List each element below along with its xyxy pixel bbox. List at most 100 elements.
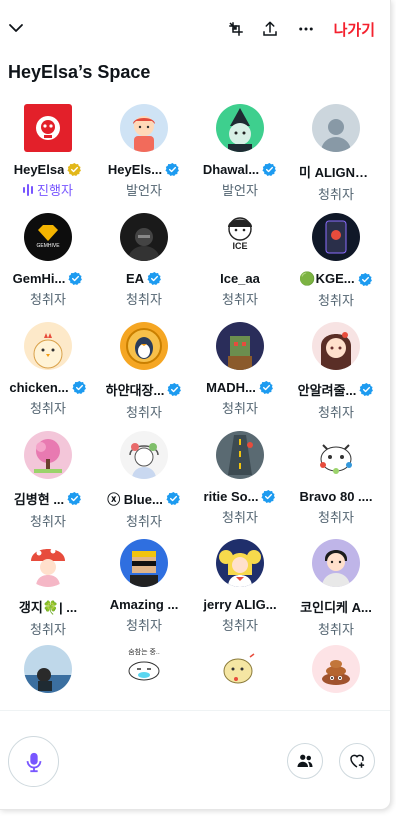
participant-role: 발언자 bbox=[222, 180, 258, 199]
boy-portrait-avatar[interactable] bbox=[312, 539, 360, 587]
speaking-indicator-icon bbox=[23, 183, 34, 196]
microphone-button[interactable] bbox=[8, 736, 59, 787]
sleepy-blob-avatar[interactable]: 숨참는 중.. bbox=[120, 645, 168, 693]
sailor-moon-avatar[interactable] bbox=[216, 539, 264, 587]
participant-name-row: GemHi... bbox=[13, 271, 84, 286]
participant-role: 청취자 bbox=[318, 507, 354, 526]
verified-badge-icon bbox=[72, 380, 86, 394]
participant-name: Dhawal... bbox=[202, 162, 260, 177]
participant-name: 하얀대장... bbox=[105, 383, 165, 398]
egg-character-avatar[interactable] bbox=[216, 645, 264, 693]
participant-card[interactable]: jerry ALIG... 청취자 bbox=[192, 539, 288, 647]
red-robot-logo-avatar[interactable] bbox=[24, 104, 72, 152]
participant-name: 갱지🍀| ... bbox=[18, 600, 78, 615]
pixel-monster-avatar[interactable] bbox=[216, 322, 264, 370]
participant-card[interactable]: MADH... 청취자 bbox=[192, 322, 288, 430]
participant-card[interactable]: HeyEls... 발언자 bbox=[96, 104, 192, 212]
phone-scene-avatar[interactable] bbox=[312, 213, 360, 261]
participant-card[interactable]: Amazing ... 청취자 bbox=[96, 539, 192, 647]
participant-name: HeyElsa bbox=[13, 162, 65, 177]
participant-name: ⓧ Blue... bbox=[107, 492, 163, 507]
participant-name: MADH... bbox=[206, 380, 256, 395]
participant-card[interactable]: EA 청취자 bbox=[96, 213, 192, 321]
participant-role: 청취자 bbox=[30, 289, 66, 308]
minimize-icon[interactable] bbox=[222, 15, 250, 43]
green-wizard-avatar[interactable] bbox=[216, 104, 264, 152]
car-photo-avatar[interactable] bbox=[24, 645, 72, 693]
leave-button[interactable]: 나가기 bbox=[334, 19, 375, 40]
participant-name: ritie So... bbox=[203, 489, 259, 504]
participant-role: 청취자 bbox=[318, 184, 354, 203]
poop-avatar[interactable] bbox=[312, 645, 360, 693]
white-cat-avatar[interactable] bbox=[312, 431, 360, 479]
participant-role: 청취자 bbox=[318, 402, 354, 421]
participant-name-row: HeyElsa bbox=[14, 162, 83, 177]
participant-role: 청취자 bbox=[222, 289, 258, 308]
participant-card[interactable]: Dhawal... 발언자 bbox=[192, 104, 288, 212]
participant-card[interactable]: chicken... 청취자 bbox=[0, 322, 96, 430]
more-icon[interactable] bbox=[292, 15, 320, 43]
participant-card[interactable]: ICE Ice_aa 청취자 bbox=[192, 213, 288, 321]
participant-name-row: Amazing ... bbox=[110, 597, 179, 612]
participant-card[interactable]: 숨참는 중.. bbox=[96, 645, 192, 694]
pink-tree-avatar[interactable] bbox=[24, 431, 72, 479]
participant-card[interactable] bbox=[288, 645, 384, 694]
space-title: HeyElsa’s Space bbox=[8, 62, 151, 82]
participant-card[interactable]: 하얀대장... 청취자 bbox=[96, 322, 192, 430]
participant-name: 미 ALIGNE... bbox=[299, 165, 373, 180]
gold-verified-badge-icon bbox=[67, 162, 82, 176]
participant-role-label: 청취자 bbox=[222, 401, 258, 416]
road-scene-avatar[interactable] bbox=[216, 431, 264, 479]
gemhive-avatar-text: GEMHIVE bbox=[36, 243, 60, 249]
anime-girl-avatar[interactable] bbox=[312, 322, 360, 370]
participant-name: chicken... bbox=[9, 380, 69, 395]
participant-name: GemHi... bbox=[12, 271, 66, 286]
ice-boy-avatar[interactable]: ICE bbox=[216, 213, 264, 261]
participant-role: 청취자 bbox=[126, 402, 162, 421]
participant-name-row: 미 ALIGNE... bbox=[299, 162, 373, 181]
verified-badge-icon bbox=[165, 162, 180, 176]
participant-role-label: 청취자 bbox=[222, 510, 258, 525]
sleepy-avatar-text: 숨참는 중.. bbox=[128, 649, 160, 656]
participant-name-row: chicken... bbox=[9, 380, 86, 395]
add-favorite-button[interactable] bbox=[339, 743, 375, 779]
participant-card[interactable] bbox=[0, 645, 96, 694]
default-person-avatar[interactable] bbox=[312, 104, 360, 152]
participant-role-label: 진행자 bbox=[37, 183, 73, 198]
participant-card[interactable]: 김병현 ... 청취자 bbox=[0, 431, 96, 539]
participant-name-row: EA bbox=[126, 271, 162, 286]
participant-name: Ice_aa bbox=[220, 271, 260, 286]
participant-card[interactable]: ritie So... 청취자 bbox=[192, 431, 288, 539]
participant-name: 김병현 ... bbox=[13, 492, 65, 507]
participant-card[interactable]: GEMHIVE GemHi... 청취자 bbox=[0, 213, 96, 321]
participant-role-label: 청취자 bbox=[318, 293, 354, 308]
participant-name: 코인디케 A... bbox=[300, 600, 372, 615]
dark-figure-avatar[interactable] bbox=[120, 213, 168, 261]
share-icon[interactable] bbox=[256, 15, 284, 43]
people-button[interactable] bbox=[287, 743, 323, 779]
chicken-avatar[interactable] bbox=[24, 322, 72, 370]
participant-card[interactable]: HeyElsa 진행자 bbox=[0, 104, 96, 212]
participant-card[interactable]: ⓧ Blue... 청취자 bbox=[96, 431, 192, 539]
participant-card[interactable]: 코인디케 A... 청취자 bbox=[288, 539, 384, 647]
sketch-girl-avatar[interactable] bbox=[120, 431, 168, 479]
participant-role: 청취자 bbox=[318, 290, 354, 309]
pixel-sunglasses-avatar[interactable] bbox=[120, 539, 168, 587]
cartoon-girl-avatar[interactable] bbox=[120, 104, 168, 152]
participant-card[interactable]: 미 ALIGNE... 청취자 bbox=[288, 104, 384, 212]
gemhive-logo-avatar[interactable]: GEMHIVE bbox=[24, 213, 72, 261]
participant-card[interactable]: 🟢KGE... 청취자 bbox=[288, 213, 384, 321]
participant-role-label: 청취자 bbox=[30, 514, 66, 529]
penguin-coin-avatar[interactable] bbox=[120, 322, 168, 370]
participant-role-label: 청취자 bbox=[126, 405, 162, 420]
participant-name: EA bbox=[125, 271, 145, 286]
participant-role-label: 청취자 bbox=[30, 401, 66, 416]
verified-badge-icon bbox=[167, 382, 182, 396]
participant-card[interactable] bbox=[192, 645, 288, 694]
mushroom-girl-avatar[interactable] bbox=[24, 539, 72, 587]
chevron-down-icon[interactable] bbox=[2, 14, 30, 42]
participant-card[interactable]: 안알려줄... 청취자 bbox=[288, 322, 384, 430]
participant-card[interactable]: 갱지🍀| ... 청취자 bbox=[0, 539, 96, 647]
ice-avatar-text: ICE bbox=[232, 241, 248, 251]
participant-card[interactable]: Bravo 80 .... 청취자 bbox=[288, 431, 384, 539]
